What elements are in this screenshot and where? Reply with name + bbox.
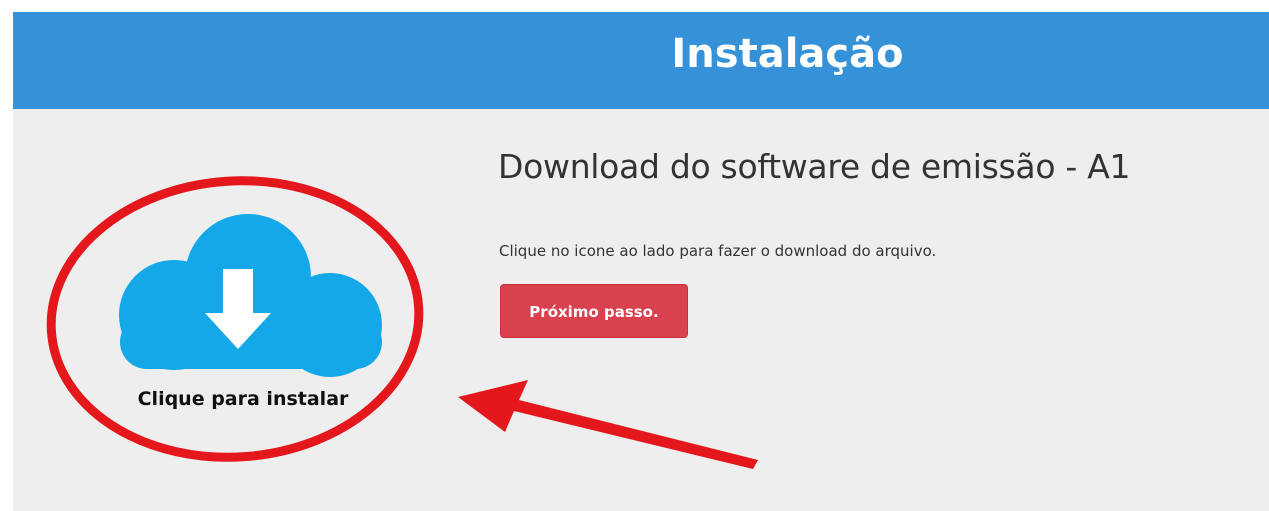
red-arrow-pointer: [458, 380, 758, 469]
download-install-link[interactable]: Clique para instalar: [98, 207, 388, 437]
cloud-download-icon: [119, 214, 382, 377]
instruction-text: Clique no icone ao lado para fazer o dow…: [499, 242, 937, 260]
page-frame: Instalação Download do software de emiss…: [13, 12, 1269, 511]
next-step-button[interactable]: Próximo passo.: [500, 284, 688, 338]
section-heading: Download do software de emissão - A1: [498, 147, 1131, 186]
page-title: Instalação: [671, 31, 904, 77]
page-header: Instalação: [13, 12, 1269, 109]
install-label: Clique para instalar: [137, 388, 349, 410]
